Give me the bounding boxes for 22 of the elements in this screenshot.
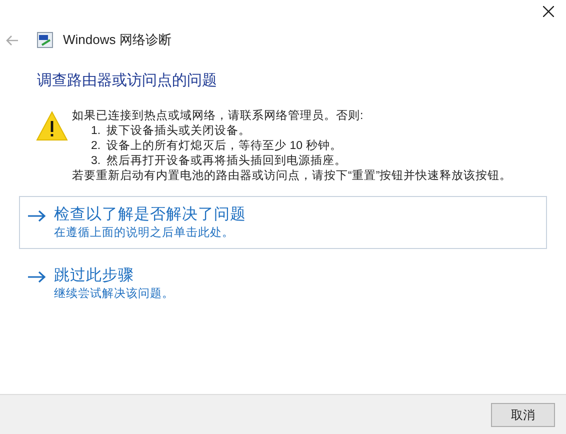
option-link[interactable]: 跳过此步骤 继续尝试解决该问题。 xyxy=(19,256,547,310)
step-number: 3. xyxy=(91,154,101,168)
page-heading: 调查路由器或访问点的问题 xyxy=(37,71,218,91)
message-text: 如果已连接到热点或域网络，请联系网络管理员。否则: xyxy=(72,108,364,124)
option-title: 跳过此步骤 xyxy=(54,266,135,286)
window-title: Windows 网络诊断 xyxy=(63,31,172,50)
warning-icon xyxy=(36,110,68,140)
option-subtitle: 继续尝试解决该问题。 xyxy=(54,286,174,302)
network-diagnostics-icon xyxy=(37,32,53,48)
cancel-button[interactable]: 取消 xyxy=(491,402,555,426)
step-text: 设备上的所有灯熄灭后，等待至少 10 秒钟。 xyxy=(106,138,342,154)
step-number: 1. xyxy=(91,124,101,138)
option-subtitle: 在遵循上面的说明之后单击此处。 xyxy=(54,226,235,240)
step-text: 然后再打开设备或再将插头插回到电源插座。 xyxy=(106,154,347,168)
step-text: 拔下设备插头或关闭设备。 xyxy=(106,124,251,138)
arrow-icon xyxy=(28,210,46,222)
close-icon[interactable] xyxy=(543,6,554,17)
option-title: 检查以了解是否解决了问题 xyxy=(54,204,246,224)
message-text: 若要重新启动有内置电池的路由器或访问点，请按下“重置”按钮并快速释放该按钮。 xyxy=(72,168,512,184)
step-number: 2. xyxy=(91,138,101,154)
arrow-icon xyxy=(28,270,46,282)
option-link[interactable]: 检查以了解是否解决了问题 在遵循上面的说明之后单击此处。 xyxy=(19,196,547,248)
